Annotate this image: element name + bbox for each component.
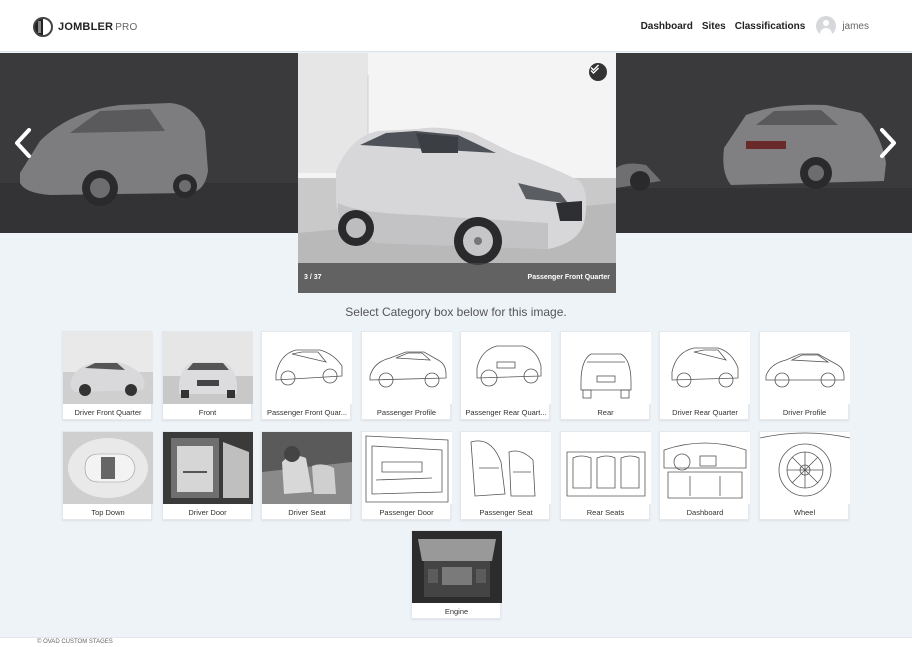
page-footer: © OVAD CUSTOM STAGES xyxy=(0,637,912,647)
category-card-driver-door[interactable]: Driver Door xyxy=(161,430,253,520)
category-thumbnail xyxy=(361,431,452,504)
category-thumbnail xyxy=(461,431,551,504)
category-thumbnail xyxy=(461,332,551,404)
image-counter: 3 / 37 xyxy=(304,274,322,281)
category-thumbnail xyxy=(660,332,750,404)
category-label: Wheel xyxy=(793,507,816,517)
category-card-wheel[interactable]: Wheel xyxy=(758,430,850,520)
sketch-thumbnail-image xyxy=(660,332,750,404)
category-card-front[interactable]: Front xyxy=(161,331,253,420)
sketch-thumbnail-image xyxy=(560,431,651,504)
sketch-thumbnail-image xyxy=(660,431,750,504)
next-image-preview[interactable] xyxy=(616,53,912,233)
next-arrow-icon[interactable] xyxy=(877,127,899,159)
photo-thumbnail-image xyxy=(411,531,502,603)
logo-text: JOMBLER xyxy=(58,21,114,33)
category-card-rear-seats[interactable]: Rear Seats xyxy=(559,430,651,520)
category-label: Dashboard xyxy=(686,507,724,517)
category-card-driver-seat[interactable]: Driver Seat xyxy=(261,430,352,520)
category-thumbnail xyxy=(262,431,352,504)
category-thumbnail xyxy=(560,431,651,504)
photo-thumbnail-image xyxy=(262,431,352,504)
photo-info-bar: 3 / 37 Passenger Front Quarter xyxy=(298,263,616,293)
logo-suffix: PRO xyxy=(115,21,138,33)
user-avatar-icon xyxy=(816,16,837,36)
category-card-passenger-front-quar[interactable]: Passenger Front Quar... xyxy=(261,331,352,420)
category-label: Driver Door xyxy=(188,507,227,517)
category-card-driver-front-quarter[interactable]: Driver Front Quarter xyxy=(62,331,153,420)
nav-dashboard[interactable]: Dashboard xyxy=(641,21,693,32)
previous-car-image xyxy=(0,53,298,233)
sketch-thumbnail-image xyxy=(262,332,352,404)
category-label: Driver Seat xyxy=(288,507,326,517)
sketch-thumbnail-image xyxy=(361,332,452,404)
category-label: Passenger Door xyxy=(379,507,434,517)
category-label: Engine xyxy=(444,607,469,616)
previous-arrow-icon[interactable] xyxy=(12,127,34,159)
category-label: Driver Rear Quarter xyxy=(672,408,738,417)
sketch-thumbnail-image xyxy=(560,332,651,404)
previous-image-preview[interactable] xyxy=(0,53,298,233)
logo[interactable]: JOMBLER PRO xyxy=(33,17,137,37)
category-card-rear[interactable]: Rear xyxy=(559,331,651,420)
approve-button[interactable] xyxy=(589,63,607,81)
category-thumbnail xyxy=(162,332,253,404)
category-thumbnail xyxy=(411,531,502,603)
category-thumbnail xyxy=(560,332,651,404)
photo-thumbnail-image xyxy=(162,431,253,504)
current-category-label: Passenger Front Quarter xyxy=(527,274,610,281)
category-card-dashboard[interactable]: Dashboard xyxy=(659,430,750,520)
current-car-photo xyxy=(298,53,616,293)
current-image: 3 / 37 Passenger Front Quarter xyxy=(298,53,616,293)
category-label: Passenger Profile xyxy=(376,408,437,417)
category-thumbnail xyxy=(759,332,850,404)
sketch-thumbnail-image xyxy=(461,431,551,504)
category-thumbnail xyxy=(361,332,452,404)
category-card-passenger-rear-quart[interactable]: Passenger Rear Quart... xyxy=(460,331,551,420)
category-label: Rear Seats xyxy=(586,507,625,517)
photo-thumbnail-image xyxy=(63,332,153,404)
sketch-thumbnail-image xyxy=(759,332,850,404)
photo-thumbnail-image xyxy=(162,332,253,404)
copyright-text: © OVAD CUSTOM STAGES xyxy=(37,639,113,645)
sketch-thumbnail-image xyxy=(759,431,850,504)
username: james xyxy=(842,20,869,32)
category-label: Rear xyxy=(597,408,614,417)
double-check-icon xyxy=(590,64,599,74)
user-menu[interactable]: james xyxy=(816,16,869,36)
category-thumbnail xyxy=(63,332,153,404)
photo-thumbnail-image xyxy=(63,431,153,504)
category-label: Front xyxy=(198,408,217,417)
instruction-text: Select Category box below for this image… xyxy=(345,305,567,319)
category-card-engine[interactable]: Engine xyxy=(410,530,502,619)
image-carousel: 3 / 37 Passenger Front Quarter xyxy=(0,53,912,293)
category-label: Passenger Seat xyxy=(479,507,533,517)
category-card-driver-rear-quarter[interactable]: Driver Rear Quarter xyxy=(659,331,750,420)
category-card-top-down[interactable]: Top Down xyxy=(62,430,153,520)
category-thumbnail xyxy=(262,332,352,404)
category-label: Driver Profile xyxy=(782,408,827,417)
category-card-driver-profile[interactable]: Driver Profile xyxy=(758,331,850,420)
category-thumbnail xyxy=(660,431,750,504)
category-label: Driver Front Quarter xyxy=(74,408,142,417)
category-thumbnail xyxy=(162,431,253,504)
nav-sites[interactable]: Sites xyxy=(702,21,726,32)
nav-classifications[interactable]: Classifications xyxy=(735,21,806,32)
main-nav: Dashboard Sites Classifications james xyxy=(641,0,912,52)
next-car-image xyxy=(616,53,912,233)
category-label: Passenger Front Quar... xyxy=(266,408,348,417)
logo-mark-icon xyxy=(33,17,53,37)
category-label: Top Down xyxy=(91,507,125,517)
sketch-thumbnail-image xyxy=(361,431,452,504)
category-label: Passenger Rear Quart... xyxy=(465,408,547,417)
category-thumbnail xyxy=(759,431,850,504)
category-card-passenger-seat[interactable]: Passenger Seat xyxy=(460,430,551,520)
category-thumbnail xyxy=(63,431,153,504)
category-card-passenger-profile[interactable]: Passenger Profile xyxy=(360,331,452,420)
category-card-passenger-door[interactable]: Passenger Door xyxy=(360,430,452,520)
sketch-thumbnail-image xyxy=(461,332,551,404)
top-header: JOMBLER PRO Dashboard Sites Classificati… xyxy=(0,0,912,52)
